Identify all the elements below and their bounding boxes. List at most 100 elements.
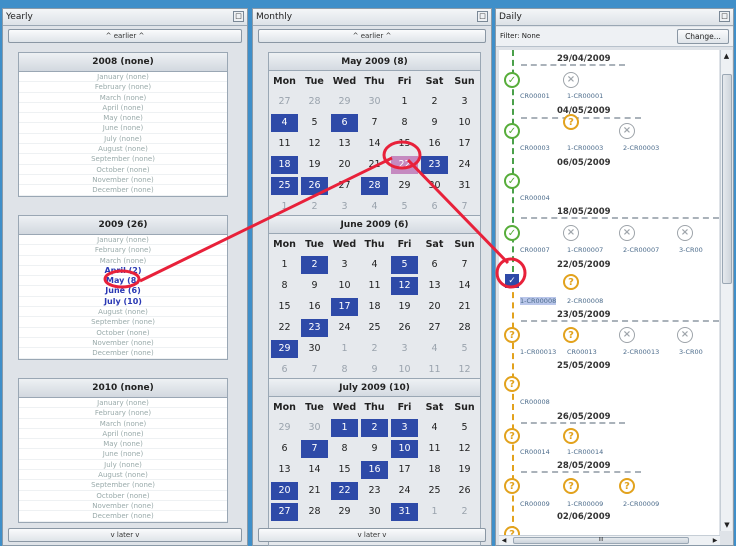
month-row[interactable]: February (none) xyxy=(19,82,227,93)
horizontal-scroll-thumb[interactable]: III xyxy=(513,537,689,544)
rejected-icon[interactable]: × xyxy=(619,225,635,241)
month-row[interactable]: November (none) xyxy=(19,338,227,349)
month-row[interactable]: September (none) xyxy=(19,317,227,328)
day-cell[interactable]: 7 xyxy=(361,114,388,132)
day-cell[interactable]: 22 xyxy=(271,319,298,337)
day-cell-selected[interactable]: 22 xyxy=(391,156,418,174)
day-cell[interactable]: 9 xyxy=(301,277,328,295)
day-cell[interactable]: 8 xyxy=(331,440,358,458)
change-request-id[interactable]: 1-CR00014 xyxy=(567,448,603,456)
month-row[interactable]: July (none) xyxy=(19,460,227,471)
change-request-id[interactable]: 1-CR00013 xyxy=(520,348,556,356)
day-cell-with-event[interactable]: 3 xyxy=(391,419,418,437)
day-cell[interactable]: 29 xyxy=(331,503,358,521)
day-cell[interactable]: 10 xyxy=(331,277,358,295)
month-row[interactable]: August (none) xyxy=(19,144,227,155)
day-cell[interactable]: 1 xyxy=(391,93,418,111)
month-row[interactable]: January (none) xyxy=(19,235,227,246)
day-cell[interactable]: 21 xyxy=(451,298,478,316)
change-request-id[interactable]: 2-CR00007 xyxy=(623,246,659,254)
change-request-id[interactable]: 2-CR00008 xyxy=(567,297,603,305)
day-cell-with-event[interactable]: 1 xyxy=(331,419,358,437)
month-row[interactable]: December (none) xyxy=(19,511,227,522)
day-cell[interactable]: 23 xyxy=(361,482,388,500)
yearly-earlier-button[interactable]: ^ earlier ^ xyxy=(8,29,242,43)
month-row[interactable]: October (none) xyxy=(19,165,227,175)
day-cell[interactable]: 27 xyxy=(331,177,358,195)
day-cell[interactable]: 2 xyxy=(361,340,388,358)
approved-icon[interactable]: ✓ xyxy=(504,173,520,189)
day-cell[interactable]: 15 xyxy=(391,135,418,153)
approved-icon[interactable]: ✓ xyxy=(504,72,520,88)
day-cell[interactable]: 4 xyxy=(361,256,388,274)
day-cell[interactable]: 12 xyxy=(451,440,478,458)
change-request-id[interactable]: 3-CR00 xyxy=(679,348,703,356)
day-cell[interactable]: 9 xyxy=(361,440,388,458)
day-cell[interactable]: 20 xyxy=(331,156,358,174)
pending-icon[interactable]: ? xyxy=(504,478,520,494)
year-2008-header[interactable]: 2008 (none) xyxy=(19,53,227,72)
month-row[interactable]: October (none) xyxy=(19,491,227,501)
change-request-id[interactable]: 1-CR00009 xyxy=(567,500,603,508)
day-cell[interactable]: 25 xyxy=(421,482,448,500)
month-row[interactable]: February (none) xyxy=(19,408,227,419)
change-request-id[interactable]: CR00004 xyxy=(520,194,550,202)
day-cell[interactable]: 5 xyxy=(391,198,418,216)
day-cell[interactable]: 2 xyxy=(421,93,448,111)
day-cell[interactable]: 2 xyxy=(451,503,478,521)
day-cell[interactable]: 15 xyxy=(331,461,358,479)
day-cell[interactable]: 10 xyxy=(391,361,418,379)
day-cell[interactable]: 4 xyxy=(361,198,388,216)
day-cell-with-event[interactable]: 20 xyxy=(271,482,298,500)
month-row[interactable]: April (none) xyxy=(19,429,227,440)
day-cell[interactable]: 1 xyxy=(331,340,358,358)
scroll-up-arrow[interactable]: ▲ xyxy=(721,50,732,62)
month-row[interactable]: March (none) xyxy=(19,256,227,266)
day-cell[interactable]: 11 xyxy=(271,135,298,153)
day-cell-with-event[interactable]: 7 xyxy=(301,440,328,458)
day-cell[interactable]: 3 xyxy=(451,93,478,111)
pending-icon[interactable]: ? xyxy=(619,478,635,494)
day-cell-with-event[interactable]: 27 xyxy=(271,503,298,521)
day-cell[interactable]: 9 xyxy=(361,361,388,379)
day-cell-with-event[interactable]: 16 xyxy=(361,461,388,479)
pending-icon[interactable]: ? xyxy=(504,526,520,535)
month-row[interactable]: June (none) xyxy=(19,123,227,134)
day-cell[interactable]: 26 xyxy=(391,319,418,337)
day-cell[interactable]: 30 xyxy=(361,503,388,521)
day-cell-with-event[interactable]: 2 xyxy=(301,256,328,274)
pending-icon[interactable]: ? xyxy=(563,274,579,290)
day-cell[interactable]: 1 xyxy=(271,198,298,216)
day-cell[interactable]: 17 xyxy=(451,135,478,153)
change-request-id[interactable]: 2-CR00009 xyxy=(623,500,659,508)
month-row[interactable]: October (none) xyxy=(19,328,227,338)
day-cell[interactable]: 29 xyxy=(331,93,358,111)
day-cell[interactable]: 5 xyxy=(451,340,478,358)
day-cell[interactable]: 7 xyxy=(451,198,478,216)
change-request-id[interactable]: 3-CR00 xyxy=(679,246,703,254)
day-cell[interactable]: 30 xyxy=(361,93,388,111)
vertical-scrollbar[interactable]: ▲ ▼ xyxy=(720,50,732,531)
day-cell[interactable]: 10 xyxy=(451,114,478,132)
day-cell[interactable]: 13 xyxy=(331,135,358,153)
month-row[interactable]: August (none) xyxy=(19,307,227,318)
change-request-id[interactable]: CR00009 xyxy=(520,500,550,508)
day-cell[interactable]: 16 xyxy=(301,298,328,316)
day-cell[interactable]: 14 xyxy=(361,135,388,153)
day-cell-with-event[interactable]: 22 xyxy=(331,482,358,500)
month-row[interactable]: April (none) xyxy=(19,103,227,114)
month-row[interactable]: March (none) xyxy=(19,93,227,103)
day-cell[interactable]: 6 xyxy=(271,361,298,379)
change-request-id[interactable]: CR00008 xyxy=(520,398,550,406)
month-row[interactable]: January (none) xyxy=(19,398,227,409)
day-cell[interactable]: 30 xyxy=(301,419,328,437)
day-cell-with-event[interactable]: 23 xyxy=(301,319,328,337)
day-cell[interactable]: 12 xyxy=(451,361,478,379)
scroll-down-arrow[interactable]: ▼ xyxy=(721,519,733,531)
month-row[interactable]: March (none) xyxy=(19,419,227,429)
month-row[interactable]: January (none) xyxy=(19,72,227,83)
month-row[interactable]: December (none) xyxy=(19,185,227,196)
day-cell[interactable]: 31 xyxy=(451,177,478,195)
day-cell[interactable]: 5 xyxy=(451,419,478,437)
day-cell[interactable]: 8 xyxy=(391,114,418,132)
